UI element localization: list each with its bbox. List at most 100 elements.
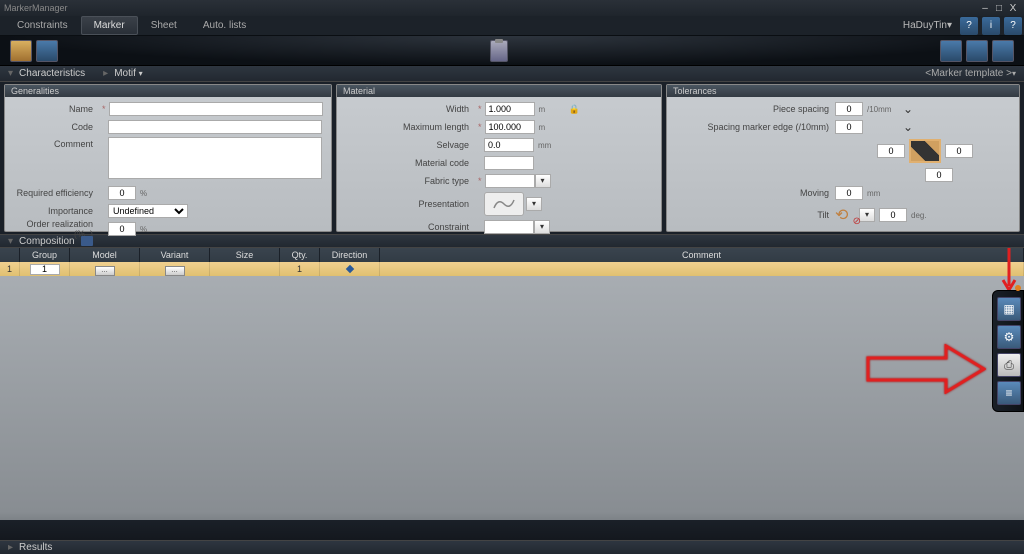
spacing-center-input[interactable] bbox=[925, 168, 953, 182]
sep-arrow-icon: ▸ bbox=[103, 68, 108, 79]
col-comment[interactable]: Comment bbox=[380, 248, 1024, 262]
importance-select[interactable]: Undefined bbox=[108, 204, 188, 218]
selvage-input[interactable] bbox=[484, 138, 534, 152]
open-folder-icon[interactable] bbox=[10, 40, 32, 62]
width-input[interactable] bbox=[485, 102, 535, 116]
cell-size[interactable] bbox=[210, 262, 280, 276]
row-number: 1 bbox=[0, 262, 20, 276]
tilt-lock-icon[interactable] bbox=[835, 205, 859, 225]
comment-label: Comment bbox=[13, 137, 99, 149]
maxlen-input[interactable] bbox=[485, 120, 535, 134]
selvage-label: Selvage bbox=[345, 140, 475, 150]
table-header: Group Model Variant Size Qty. Direction … bbox=[0, 248, 1024, 262]
matcode-input[interactable] bbox=[484, 156, 534, 170]
cell-variant[interactable]: … bbox=[140, 262, 210, 276]
presentation-label: Presentation bbox=[345, 199, 475, 209]
help-icon-3[interactable]: ? bbox=[1004, 17, 1022, 35]
cell-group[interactable] bbox=[20, 262, 70, 276]
spacing-diagram-icon bbox=[909, 139, 941, 163]
palette-btn-3[interactable]: ⎙ bbox=[997, 353, 1021, 377]
big-toolbar bbox=[0, 36, 1024, 66]
tool-icon-1[interactable] bbox=[940, 40, 962, 62]
reqeff-input[interactable] bbox=[108, 186, 136, 200]
submenu-characteristics[interactable]: Characteristics bbox=[19, 68, 85, 79]
bottom-strip bbox=[0, 520, 1024, 540]
workspace-area[interactable] bbox=[0, 276, 1024, 538]
edge-expand-icon[interactable]: ⌄ bbox=[903, 120, 913, 134]
fabric-dropdown-button[interactable]: ▾ bbox=[535, 174, 551, 188]
tilt-label: Tilt bbox=[675, 210, 835, 220]
moving-input[interactable] bbox=[835, 186, 863, 200]
spacing-left-input[interactable] bbox=[877, 144, 905, 158]
moving-label: Moving bbox=[675, 188, 835, 198]
results-bar[interactable]: ▸ Results bbox=[0, 540, 1024, 554]
direction-diamond-icon bbox=[345, 265, 353, 273]
orderreal-input[interactable] bbox=[108, 222, 136, 236]
user-menu[interactable]: HaDuyTin▾ bbox=[897, 20, 958, 31]
cell-direction[interactable] bbox=[320, 262, 380, 276]
palette-btn-4[interactable]: ≡ bbox=[997, 381, 1021, 405]
width-label: Width bbox=[345, 104, 475, 114]
composition-add-icon[interactable] bbox=[81, 236, 93, 246]
submenu-motif[interactable]: Motif ▾ bbox=[114, 68, 142, 79]
code-label: Code bbox=[13, 122, 99, 132]
composition-collapse-icon[interactable]: ▾ bbox=[8, 236, 13, 247]
fabric-label: Fabric type bbox=[345, 176, 475, 186]
cell-model[interactable]: … bbox=[70, 262, 140, 276]
fabric-input[interactable] bbox=[485, 174, 535, 188]
col-variant[interactable]: Variant bbox=[140, 248, 210, 262]
minimize-button[interactable]: – bbox=[978, 3, 992, 14]
tab-marker[interactable]: Marker bbox=[81, 16, 138, 35]
tilt-dropdown-button[interactable]: ▾ bbox=[859, 208, 875, 222]
comment-input[interactable] bbox=[108, 137, 322, 179]
edge-spacing-input[interactable] bbox=[835, 120, 863, 134]
clipboard-icon[interactable] bbox=[490, 40, 508, 62]
marker-template-dropdown[interactable]: <Marker template >▾ bbox=[925, 68, 1016, 79]
tab-auto-lists[interactable]: Auto. lists bbox=[190, 16, 259, 35]
help-icon-2[interactable]: i bbox=[982, 17, 1000, 35]
save-icon[interactable] bbox=[36, 40, 58, 62]
panel-material-title: Material bbox=[337, 85, 661, 97]
tab-constraints[interactable]: Constraints bbox=[4, 16, 81, 35]
constraint-input[interactable] bbox=[484, 220, 534, 234]
app-title: MarkerManager bbox=[4, 3, 978, 13]
col-model[interactable]: Model bbox=[70, 248, 140, 262]
panel-tolerances: Tolerances Piece spacing /10mm ⌄ Spacing… bbox=[666, 84, 1020, 232]
results-title: Results bbox=[19, 542, 52, 553]
maximize-button[interactable]: □ bbox=[992, 3, 1006, 14]
collapse-icon[interactable]: ▾ bbox=[8, 68, 13, 79]
tab-sheet[interactable]: Sheet bbox=[138, 16, 190, 35]
col-group[interactable]: Group bbox=[20, 248, 70, 262]
annotation-big-arrow bbox=[866, 344, 986, 397]
panel-generalities: Generalities Name * Code Comment Require… bbox=[4, 84, 332, 232]
lock-icon[interactable] bbox=[569, 104, 580, 115]
submenu-bar: ▾ Characteristics ▸ Motif ▾ <Marker temp… bbox=[0, 66, 1024, 82]
name-input[interactable] bbox=[109, 102, 323, 116]
tool-icon-3[interactable] bbox=[992, 40, 1014, 62]
cell-qty[interactable]: 1 bbox=[280, 262, 320, 276]
tilt-input[interactable] bbox=[879, 208, 907, 222]
close-button[interactable]: X bbox=[1006, 3, 1020, 14]
table-row[interactable]: 1 … … 1 bbox=[0, 262, 1024, 276]
cell-comment[interactable] bbox=[380, 262, 1024, 276]
col-size[interactable]: Size bbox=[210, 248, 280, 262]
palette-btn-1[interactable]: ▦ bbox=[997, 297, 1021, 321]
results-expand-icon[interactable]: ▸ bbox=[8, 542, 13, 553]
help-icon-1[interactable]: ? bbox=[960, 17, 978, 35]
spacing-right-input[interactable] bbox=[945, 144, 973, 158]
presentation-icon[interactable] bbox=[484, 192, 524, 216]
constraint-dropdown-button[interactable]: ▾ bbox=[534, 220, 550, 234]
presentation-dropdown-button[interactable]: ▾ bbox=[526, 197, 542, 211]
col-qty[interactable]: Qty. bbox=[280, 248, 320, 262]
palette-btn-2[interactable]: ⚙ bbox=[997, 325, 1021, 349]
maxlen-label: Maximum length bbox=[345, 122, 475, 132]
constraint-label: Constraint bbox=[345, 222, 475, 232]
piece-spacing-input[interactable] bbox=[835, 102, 863, 116]
panel-generalities-title: Generalities bbox=[5, 85, 331, 97]
side-palette: ▦ ⚙ ⎙ ≡ bbox=[992, 290, 1024, 412]
code-input[interactable] bbox=[108, 120, 322, 134]
col-direction[interactable]: Direction bbox=[320, 248, 380, 262]
piece-expand-icon[interactable]: ⌄ bbox=[903, 102, 913, 116]
tool-icon-2[interactable] bbox=[966, 40, 988, 62]
composition-title: Composition bbox=[19, 236, 75, 247]
